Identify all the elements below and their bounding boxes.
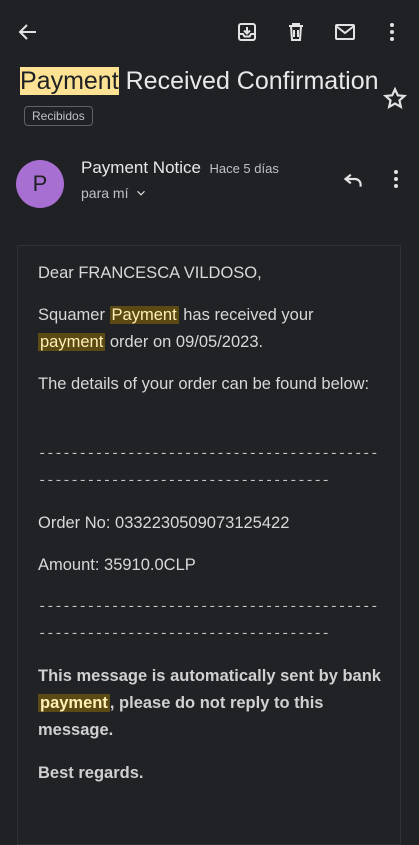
search-highlight: payment xyxy=(38,333,106,351)
mark-unread-button[interactable] xyxy=(329,16,361,48)
star-outline-icon xyxy=(383,86,407,110)
text-fragment: order on 09/05/2023. xyxy=(105,333,264,351)
archive-icon xyxy=(238,23,256,41)
sender-name[interactable]: Payment Notice xyxy=(81,158,201,177)
chevron-down-icon xyxy=(137,190,146,196)
search-highlight: Payment xyxy=(109,306,179,324)
text-fragment: has received your xyxy=(178,306,314,324)
archive-button[interactable] xyxy=(231,16,263,48)
more-options-button[interactable] xyxy=(376,16,408,48)
recipient-label: para mí xyxy=(81,185,129,201)
message-body: Dear FRANCESCA VILDOSO, Squamer Payment … xyxy=(17,245,401,845)
label-chip-inbox[interactable]: Recibidos xyxy=(24,106,93,126)
recipient-details-toggle[interactable]: para mí xyxy=(81,185,148,201)
divider-line: ----------------------------------------… xyxy=(38,599,379,642)
subject-highlight: Payment xyxy=(20,67,119,95)
text-fragment: Squamer xyxy=(38,306,110,324)
sent-time: Hace 5 días xyxy=(209,161,279,176)
amount: Amount: 35910.0CLP xyxy=(38,556,196,574)
mail-icon xyxy=(335,24,355,40)
email-subject: Payment Received Confirmation Recibidos xyxy=(20,64,380,134)
divider-line: ----------------------------------------… xyxy=(38,446,379,489)
text-fragment: This message is automatically sent by ba… xyxy=(38,667,381,685)
reply-button[interactable] xyxy=(340,166,368,194)
more-vert-icon xyxy=(394,170,398,188)
order-number: Order No: 0332230509073125422 xyxy=(38,514,290,532)
sender-avatar[interactable]: P xyxy=(16,160,64,208)
star-button[interactable] xyxy=(382,86,408,112)
back-button[interactable] xyxy=(12,16,44,48)
sender-row: Payment Notice Hace 5 días xyxy=(81,158,279,178)
paragraph-details: The details of your order can be found b… xyxy=(38,375,370,393)
greeting: Dear FRANCESCA VILDOSO, xyxy=(38,264,262,282)
toolbar xyxy=(0,0,419,64)
more-vert-icon xyxy=(390,23,394,41)
search-highlight: payment xyxy=(38,694,110,712)
reply-icon xyxy=(343,173,362,187)
trash-icon xyxy=(289,23,303,41)
paragraph-received: Squamer Payment has received your paymen… xyxy=(38,302,383,356)
subject-text: Received Confirmation xyxy=(118,67,379,95)
auto-message-notice: This message is automatically sent by ba… xyxy=(38,663,383,744)
arrow-back-icon xyxy=(18,24,36,40)
message-more-button[interactable] xyxy=(384,166,408,194)
delete-button[interactable] xyxy=(280,16,312,48)
closing: Best regards. xyxy=(38,764,144,782)
